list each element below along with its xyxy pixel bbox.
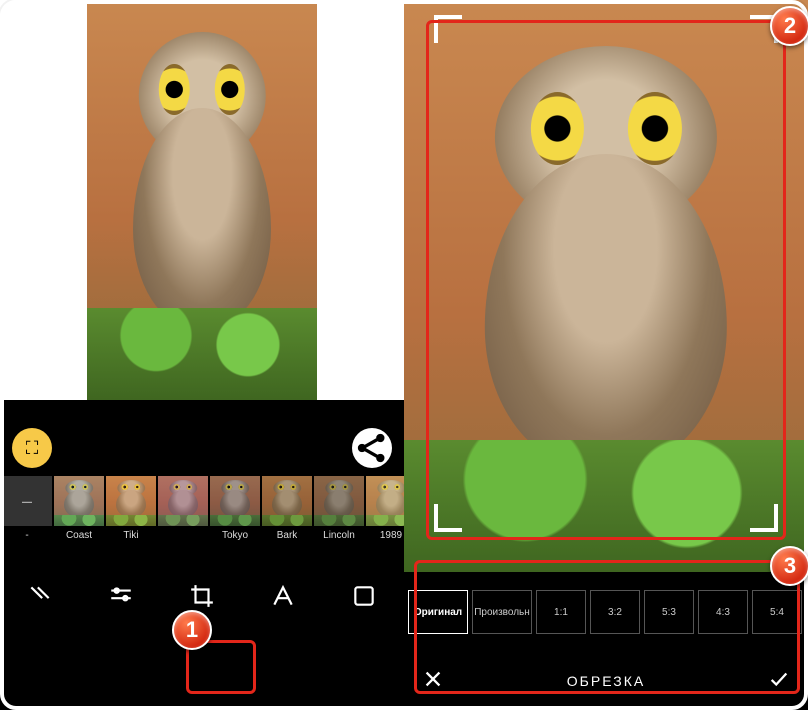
filter-label: Bark [277,530,298,541]
crop-handle-tl[interactable] [434,15,462,43]
screen-title: ОБРЕЗКА [444,673,768,689]
ratio-4-3[interactable]: 4:3 [698,590,748,634]
filter-label: 1989 [380,530,402,541]
effects-tool[interactable] [15,576,65,616]
filter-label: Coast [66,530,92,541]
share-icon [352,428,392,468]
share-button[interactable] [352,428,392,468]
ratio-original[interactable]: Оригинал [408,590,468,634]
crop-frame[interactable] [434,15,778,532]
filter-label: Tokyo [222,530,248,541]
sticker-icon [351,583,377,609]
filter-label: Lincoln [323,530,355,541]
effects-icon [27,583,53,609]
ratio-free[interactable]: Произвольн [472,590,532,634]
cancel-button[interactable] [422,668,444,695]
ratio-5-4[interactable]: 5:4 [752,590,802,634]
filter-tokyo[interactable]: Tokyo [210,476,260,541]
ratio-1-1[interactable]: 1:1 [536,590,586,634]
ratio-3-2[interactable]: 3:2 [590,590,640,634]
expand-button[interactable]: ⛶ [12,428,52,468]
crop-icon [189,583,215,609]
filter-label: Tiki [123,530,138,541]
tool-bar [0,566,404,626]
sticker-tool[interactable] [339,576,389,616]
filter-none[interactable]: – - [2,476,52,541]
filter-lincoln[interactable]: Lincoln [314,476,364,541]
crop-tool[interactable] [177,576,227,616]
crop-screen: Оригинал Произвольн 1:1 3:2 5:3 4:3 5:4 … [404,0,808,710]
crop-action-bar: ОБРЕЗКА [404,652,808,710]
filter-coast[interactable]: Coast [54,476,104,541]
filter-strip[interactable]: – - Coast Tiki Tokyo Bark Lincoln [0,476,404,566]
preview-actions: ⛶ [0,400,404,476]
sliders-icon [108,583,134,609]
crop-canvas[interactable] [404,0,808,572]
aspect-ratio-bar[interactable]: Оригинал Произвольн 1:1 3:2 5:3 4:3 5:4 [404,572,808,652]
crop-handle-bl[interactable] [434,504,462,532]
filter-tiki[interactable]: Tiki [106,476,156,541]
filter-3[interactable] [158,476,208,530]
filters-screen: ⛶ – - Coast Tiki Tokyo Bark [0,0,404,710]
text-icon [270,583,296,609]
filter-label: - [25,530,28,541]
check-icon [768,668,790,690]
adjust-tool[interactable] [96,576,146,616]
ratio-5-3[interactable]: 5:3 [644,590,694,634]
close-icon [422,668,444,690]
confirm-button[interactable] [768,668,790,695]
image-preview-area[interactable] [0,0,404,400]
crop-handle-br[interactable] [750,504,778,532]
crop-handle-tr[interactable] [750,15,778,43]
filter-1989[interactable]: 1989 [366,476,404,541]
photo-owl [87,0,317,400]
expand-icon: ⛶ [26,438,39,459]
text-tool[interactable] [258,576,308,616]
filter-bark[interactable]: Bark [262,476,312,541]
